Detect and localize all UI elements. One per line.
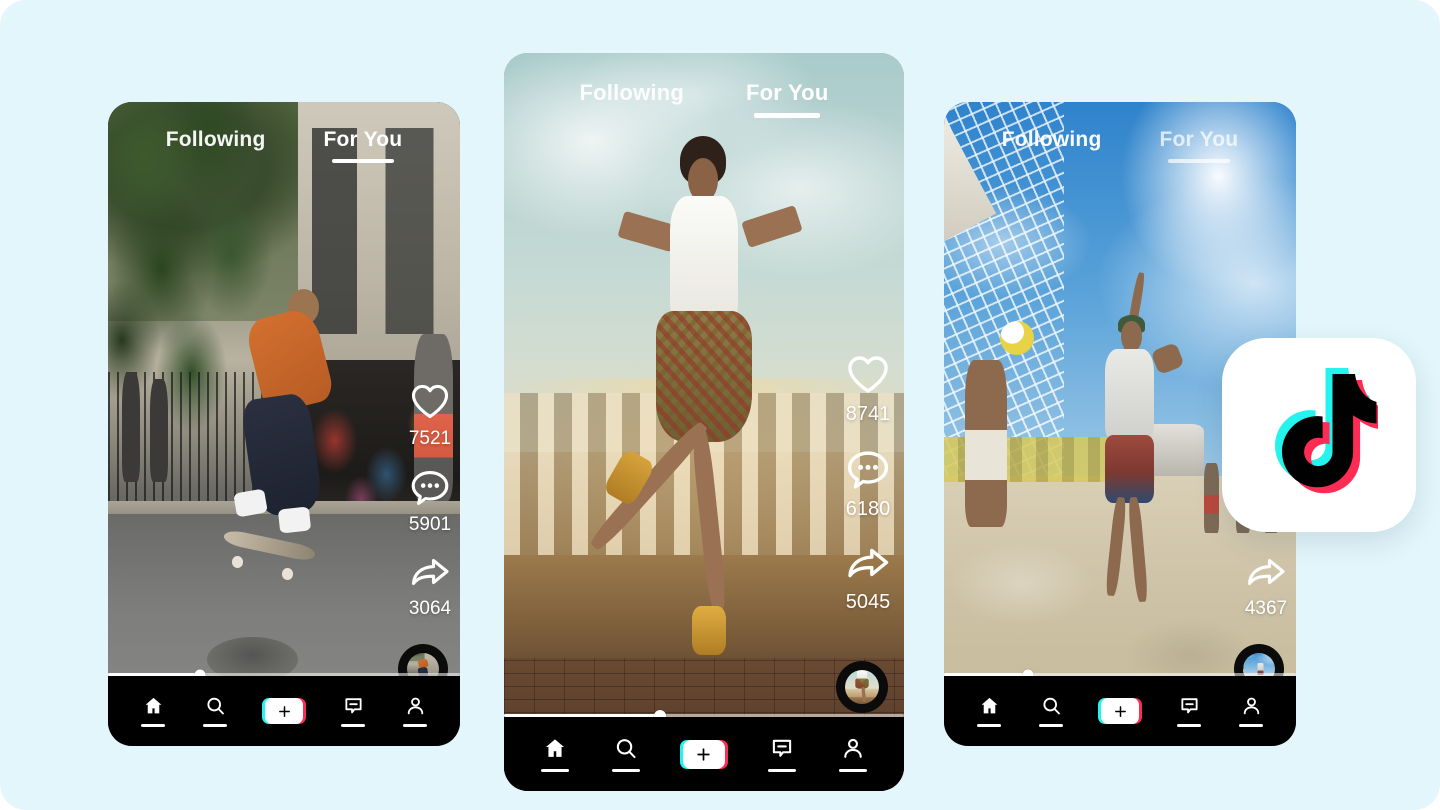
nav-underline xyxy=(541,769,570,772)
skateboarder-subject xyxy=(214,289,369,591)
phone-left: Following For You 7521 5901 3064 xyxy=(108,102,460,746)
nav-underline xyxy=(203,724,227,727)
create-button[interactable] xyxy=(1097,698,1143,724)
volleyball-player-subject xyxy=(1085,271,1186,630)
nav-underline xyxy=(977,724,1001,727)
heart-icon xyxy=(409,382,451,425)
inbox-icon xyxy=(344,698,362,714)
nav-underline xyxy=(1039,724,1063,727)
tab-following[interactable]: Following xyxy=(580,80,684,106)
inbox-icon xyxy=(772,739,791,757)
nav-underline xyxy=(1239,724,1263,727)
tab-for-you[interactable]: For You xyxy=(745,80,829,118)
nav-item-inbox[interactable] xyxy=(1177,695,1201,727)
create-button[interactable] xyxy=(679,739,729,769)
share-count: 4367 xyxy=(1244,598,1288,619)
nav-underline xyxy=(1177,724,1201,727)
plus-icon xyxy=(1114,705,1126,717)
heart-icon xyxy=(845,353,891,400)
nav-underline xyxy=(403,724,427,727)
comment-icon xyxy=(409,468,451,513)
share-action[interactable]: 4367 xyxy=(1244,554,1288,620)
nav-underline xyxy=(341,724,365,727)
search-icon xyxy=(1042,697,1060,715)
feed-tabs: Following For You xyxy=(108,128,460,163)
nav-item-profile[interactable] xyxy=(403,695,427,727)
avatar xyxy=(845,670,879,704)
home-icon xyxy=(546,739,565,757)
bottom-nav xyxy=(944,676,1296,746)
nav-item-discover[interactable] xyxy=(612,736,641,772)
tab-for-you-label: For You xyxy=(323,128,403,151)
like-action[interactable]: 8741 xyxy=(845,353,891,426)
nav-underline xyxy=(767,769,796,772)
create-button[interactable] xyxy=(261,698,307,724)
search-icon xyxy=(617,739,636,759)
phone-center: Following For You 8741 6180 5045 xyxy=(504,53,904,791)
search-icon xyxy=(206,697,224,715)
home-icon xyxy=(981,697,997,714)
nav-item-inbox[interactable] xyxy=(767,736,796,772)
share-action[interactable]: 5045 xyxy=(844,543,892,614)
music-avatar-disc[interactable] xyxy=(836,661,888,713)
nav-item-discover[interactable] xyxy=(1039,695,1063,727)
tab-following[interactable]: Following xyxy=(1002,128,1102,152)
nav-item-home[interactable] xyxy=(541,736,570,772)
share-arrow-icon xyxy=(844,543,892,588)
person-icon xyxy=(407,697,423,715)
plus-icon xyxy=(278,705,290,717)
comment-action[interactable]: 5901 xyxy=(409,468,451,536)
action-rail: 7521 5901 3064 xyxy=(408,382,452,620)
comment-count: 5901 xyxy=(408,514,452,535)
tab-for-you-label: For You xyxy=(1159,128,1239,151)
feed-tabs: Following For You xyxy=(504,80,904,118)
dancer-subject xyxy=(587,136,808,688)
comment-count: 6180 xyxy=(845,498,891,520)
tiktok-note-logo xyxy=(1275,368,1378,494)
inbox-icon xyxy=(1180,698,1198,714)
nav-item-profile[interactable] xyxy=(1239,695,1263,727)
bottom-nav xyxy=(108,676,460,746)
nav-item-home[interactable] xyxy=(977,695,1001,727)
nav-item-profile[interactable] xyxy=(838,736,867,772)
like-count: 7521 xyxy=(408,428,452,449)
action-rail: 8741 6180 5045 xyxy=(844,353,892,614)
feed-tabs: Following For You xyxy=(944,128,1296,163)
nav-item-inbox[interactable] xyxy=(341,695,365,727)
bottom-nav xyxy=(504,717,904,791)
tab-for-you-label: For You xyxy=(745,80,829,105)
share-count: 3064 xyxy=(408,598,452,619)
phone-center-screen: Following For You 8741 6180 5045 xyxy=(504,53,904,791)
nav-underline xyxy=(838,769,867,772)
phone-left-screen: Following For You 7521 5901 3064 xyxy=(108,102,460,746)
tab-active-underline xyxy=(754,113,821,118)
tab-active-underline xyxy=(1167,159,1230,163)
person-icon xyxy=(843,738,862,758)
person-icon xyxy=(1243,697,1259,715)
plus-icon xyxy=(697,747,711,761)
share-action[interactable]: 3064 xyxy=(408,554,452,620)
tiktok-logo-badge xyxy=(1222,338,1416,532)
tab-active-underline xyxy=(331,159,394,163)
comment-action[interactable]: 6180 xyxy=(845,448,891,521)
nav-underline xyxy=(612,769,641,772)
page-root: Following For You 7521 5901 3064 Followi… xyxy=(0,0,1440,810)
tab-for-you[interactable]: For You xyxy=(323,128,403,163)
like-action[interactable]: 7521 xyxy=(409,382,451,450)
nav-item-discover[interactable] xyxy=(203,695,227,727)
tab-following[interactable]: Following xyxy=(166,128,266,152)
tab-for-you[interactable]: For You xyxy=(1159,128,1239,163)
comment-icon xyxy=(845,448,891,497)
nav-item-home[interactable] xyxy=(141,695,165,727)
like-count: 8741 xyxy=(845,403,891,425)
home-icon xyxy=(145,697,161,714)
share-arrow-icon xyxy=(1244,554,1288,595)
share-count: 5045 xyxy=(845,591,891,613)
share-arrow-icon xyxy=(408,554,452,595)
nav-underline xyxy=(141,724,165,727)
